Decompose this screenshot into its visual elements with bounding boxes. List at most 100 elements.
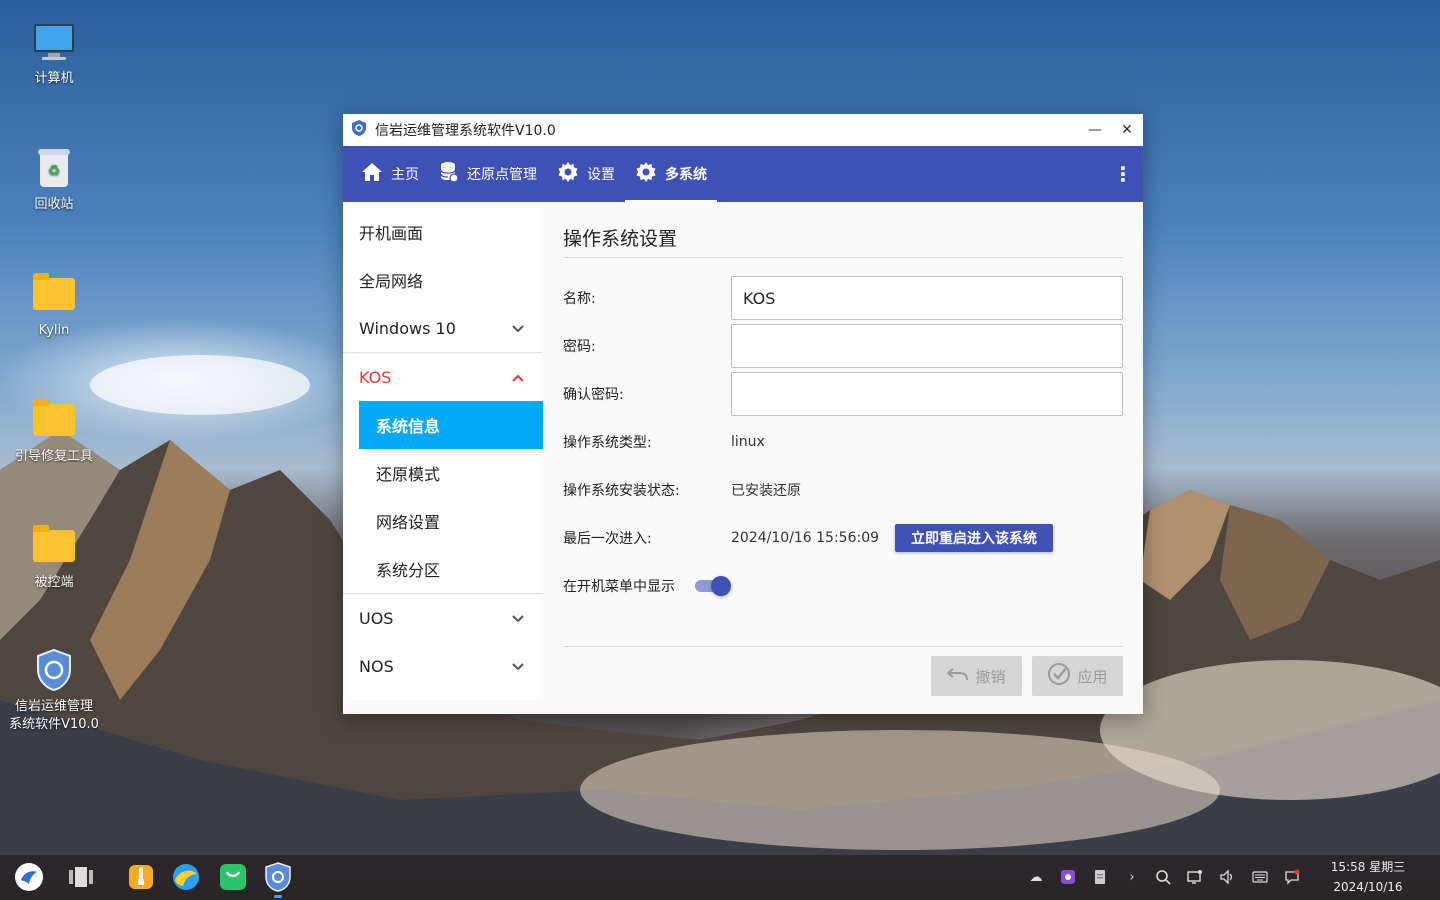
desktop-icon-label: 信岩运维管理 [14,699,93,714]
sidebar-item-label: 开机画面 [359,224,424,243]
xinyan-app-icon[interactable] [262,861,294,898]
trash-icon: ♻ [32,146,76,190]
start-menu-icon[interactable] [13,861,45,893]
desktop-icon-computer[interactable]: 计算机 [0,20,108,88]
network-icon[interactable] [1185,867,1205,887]
title-bar: 信岩运维管理系统软件V10.0 — ✕ [343,114,1143,146]
sidebar-item-global-network[interactable]: 全局网络 [343,256,543,304]
undo-icon [946,667,969,685]
tab-settings[interactable]: 设置 [547,146,625,202]
cloud-icon[interactable]: ☁ [1026,867,1046,887]
tab-label: 主页 [391,167,419,183]
active-indicator [274,895,282,898]
desktop-icon-trash[interactable]: ♻ 回收站 [0,146,108,214]
confirm-password-input[interactable] [731,372,1123,416]
desktop-icon-label: Kylin [38,323,70,338]
notification-icon[interactable] [1282,867,1302,887]
password-label: 密码: [563,339,596,355]
desktop-icon-boot-repair[interactable]: 引导修复工具 [0,398,108,466]
tab-home[interactable]: 主页 [351,146,429,202]
sidebar: 开机画面 全局网络 Windows 10 KOS 系统信息 还原模式 网络设置 … [343,208,543,700]
desktop-icon-label: 系统软件V10.0 [9,717,99,732]
os-type-label: 操作系统类型: [563,435,652,451]
password-row: 密码: [563,322,1123,370]
undo-button[interactable]: 撤销 [931,656,1022,696]
tab-label: 还原点管理 [467,167,537,183]
window-title: 信岩运维管理系统软件V10.0 [375,123,556,139]
toggle-thumb [711,576,731,596]
apply-label: 应用 [1077,667,1108,686]
gear-icon [557,161,579,187]
tab-restore-points[interactable]: 还原点管理 [429,146,547,202]
sidebar-item-label: 全局网络 [359,272,424,291]
desktop-icon-kylin[interactable]: Kylin [0,272,108,340]
chevron-down-icon [511,319,525,338]
sidebar-item-boot-screen[interactable]: 开机画面 [343,208,543,256]
os-type-row: 操作系统类型: linux [563,418,1123,466]
home-icon [361,162,383,186]
tab-multi-system[interactable]: 多系统 [625,146,717,202]
keyboard-icon[interactable] [1250,867,1270,887]
name-row: 名称: [563,274,1123,322]
confirm-password-label: 确认密码: [563,387,624,403]
sidebar-subitem-network-settings[interactable]: 网络设置 [359,497,543,545]
multitask-view-icon[interactable] [65,861,97,893]
taskbar: ☁ › 15:58 星期三 2024/10/16 [0,855,1440,900]
sidebar-item-label: Windows 10 [359,318,456,338]
clock[interactable]: 15:58 星期三 2024/10/16 [1318,857,1418,897]
apply-button[interactable]: 应用 [1032,656,1123,696]
folder-icon [32,398,76,442]
search-icon[interactable] [1153,867,1173,887]
name-input[interactable] [731,276,1123,320]
nav-bar: 主页 还原点管理 设置 多系统 ⋮ [343,146,1143,202]
sidebar-item-kos[interactable]: KOS [343,352,543,401]
close-button[interactable]: ✕ [1111,114,1143,146]
desktop-icon-label: 回收站 [34,197,74,212]
os-type-value: linux [731,434,765,450]
show-in-boot-row: 在开机菜单中显示 [563,562,1123,610]
install-state-label: 操作系统安装状态: [563,483,680,499]
desktop-icon-xinyan[interactable]: 信岩运维管理 系统软件V10.0 [0,648,108,734]
shield-app-icon [32,648,76,692]
sidebar-subitem-label: 网络设置 [376,513,441,532]
sidebar-subitem-label: 系统信息 [376,417,441,436]
confirm-password-row: 确认密码: [563,370,1123,418]
install-state-row: 操作系统安装状态: 已安装还原 [563,466,1123,514]
last-enter-label: 最后一次进入: [563,531,652,547]
sidebar-subitem-system-partition[interactable]: 系统分区 [359,545,543,593]
volume-icon[interactable] [1217,867,1237,887]
app-window: 信岩运维管理系统软件V10.0 — ✕ 主页 还原点管理 设置 多系统 ⋮ 开机… [343,114,1143,714]
chevron-down-icon [511,657,525,676]
restart-into-system-button[interactable]: 立即重启进入该系统 [895,524,1054,552]
footer-buttons: 撤销 应用 [931,656,1123,696]
browser-app-icon[interactable] [170,861,202,893]
desktop-icon-label: 被控端 [34,575,74,590]
chevron-up-icon [511,368,525,387]
chevron-right-icon[interactable]: › [1122,867,1142,887]
gear-icon [635,161,657,187]
tab-label: 设置 [587,167,615,183]
sidebar-subitem-label: 系统分区 [376,561,441,580]
more-menu-icon[interactable]: ⋮ [1103,146,1143,202]
document-icon[interactable] [1090,867,1110,887]
sidebar-subitem-system-info[interactable]: 系统信息 [359,401,543,449]
check-circle-icon [1047,662,1071,690]
camera-app-icon[interactable] [1058,867,1078,887]
clock-date: 2024/10/16 [1333,880,1403,894]
tab-label: 多系统 [665,167,707,183]
messenger-app-icon[interactable] [217,861,249,893]
sidebar-item-windows10[interactable]: Windows 10 [343,304,543,352]
sidebar-item-label: NOS [359,656,394,676]
password-input[interactable] [731,324,1123,368]
show-in-boot-toggle[interactable] [695,576,731,596]
desktop-icon-controlled[interactable]: 被控端 [0,524,108,592]
sidebar-item-uos[interactable]: UOS [343,594,543,642]
sidebar-subitem-restore-mode[interactable]: 还原模式 [359,449,543,497]
undo-label: 撤销 [975,667,1006,686]
computer-icon [32,20,76,64]
sidebar-item-nos[interactable]: NOS [343,642,543,690]
archive-app-icon[interactable] [125,861,157,893]
footer-divider [563,646,1123,647]
install-state-value: 已安装还原 [731,483,801,499]
minimize-button[interactable]: — [1079,114,1111,146]
